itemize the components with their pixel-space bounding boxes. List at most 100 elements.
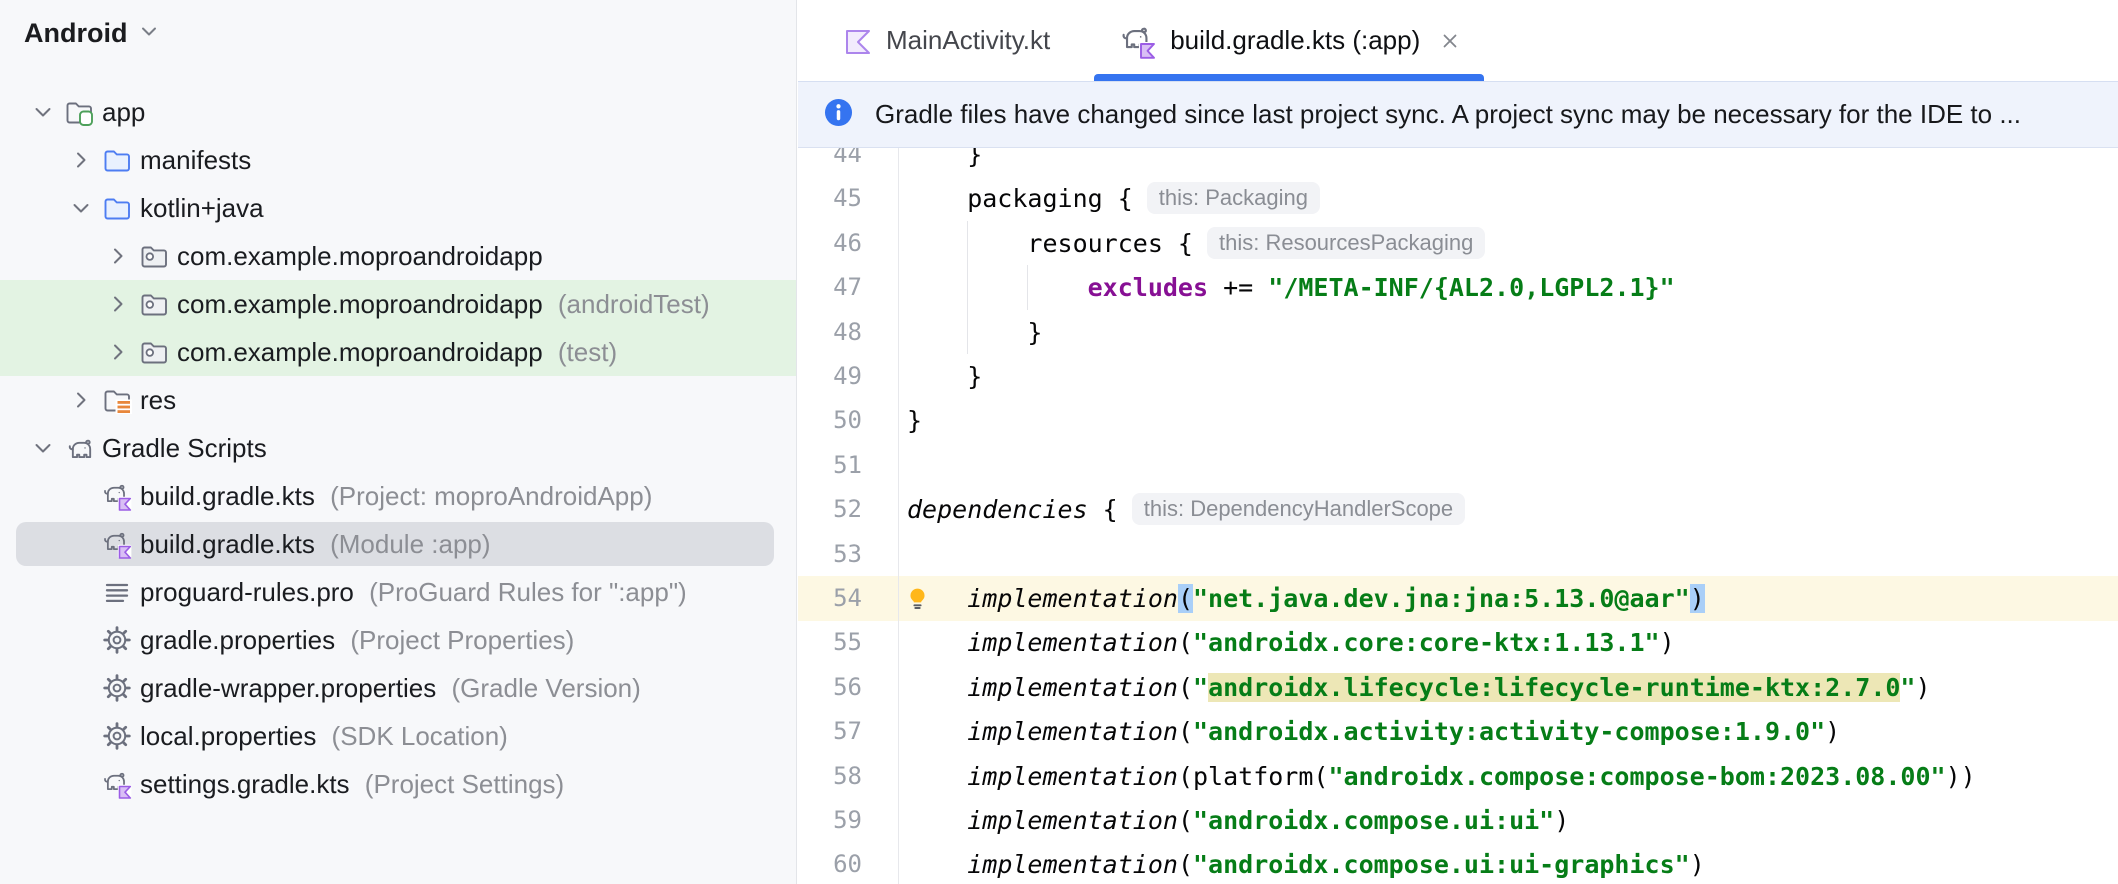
code-line-text: implementation("androidx.activity:activi… <box>967 717 1841 747</box>
code-line-53[interactable]: 53 <box>798 532 2118 577</box>
chevron-down-icon[interactable] <box>30 435 56 461</box>
code-line-47[interactable]: 47 excludes += "/META-INF/{AL2.0,LGPL2.1… <box>798 265 2118 310</box>
tree-item-suffix: (test) <box>550 336 618 367</box>
tree-item-label: app <box>102 96 146 127</box>
chevron-placeholder <box>68 579 94 605</box>
editor-panel: MainActivity.kt build.gradle.kts (:app) … <box>798 0 2118 884</box>
code-line-44[interactable]: 44 } <box>798 148 2118 177</box>
package-folder-icon <box>139 337 169 367</box>
tree-item-label: local.properties <box>140 720 317 751</box>
code-line-50[interactable]: 50} <box>798 398 2118 443</box>
line-number: 55 <box>833 628 862 657</box>
chevron-down-icon[interactable] <box>30 99 56 125</box>
gutter-separator <box>898 148 899 884</box>
chevron-placeholder <box>68 531 94 557</box>
close-icon[interactable] <box>1438 29 1462 53</box>
chevron-right-icon[interactable] <box>68 387 94 413</box>
package-folder-icon <box>139 241 169 271</box>
tree-item-suffix: (SDK Location) <box>324 720 508 751</box>
code-editor[interactable]: 44 } 45 packaging {this: Packaging 46 reso… <box>798 148 2118 884</box>
project-view-selector[interactable]: Android <box>24 18 161 49</box>
tree-item-com-example-moproandroidapp[interactable]: com.example.moproandroidapp <box>0 232 796 280</box>
tree-item-suffix: (Module :app) <box>322 528 491 559</box>
code-line-55[interactable]: 55 implementation("androidx.core:core-kt… <box>798 620 2118 665</box>
chevron-right-icon[interactable] <box>105 339 131 365</box>
gradle-elephant-icon <box>64 433 94 463</box>
code-line-58[interactable]: 58 implementation(platform("androidx.com… <box>798 754 2118 799</box>
tree-item-build-gradle-kts-module-app[interactable]: build.gradle.kts (Module :app) <box>0 520 796 568</box>
code-line-57[interactable]: 57 implementation("androidx.activity:act… <box>798 709 2118 754</box>
tree-item-suffix: (Project: moproAndroidApp) <box>322 480 653 511</box>
tree-item-build-gradle-kts-project-moproandroidapp[interactable]: build.gradle.kts (Project: moproAndroidA… <box>0 472 796 520</box>
chevron-placeholder <box>68 771 94 797</box>
tree-item-manifests[interactable]: manifests <box>0 136 796 184</box>
tab-build-gradle-kts-app[interactable]: build.gradle.kts (:app) <box>1090 0 1488 81</box>
line-number: 51 <box>833 450 862 479</box>
tree-item-gradle-properties-project-properties[interactable]: gradle.properties (Project Properties) <box>0 616 796 664</box>
line-number: 45 <box>833 184 862 213</box>
code-line-text: packaging {this: Packaging <box>907 176 1320 221</box>
tree-item-com-example-moproandroidapp-test[interactable]: com.example.moproandroidapp (test) <box>0 328 796 376</box>
gear-icon <box>102 625 132 655</box>
code-line-59[interactable]: 59 implementation("androidx.compose.ui:u… <box>798 798 2118 843</box>
code-line-48[interactable]: 48 } <box>798 310 2118 355</box>
line-number: 60 <box>833 850 862 879</box>
tree-item-label: manifests <box>140 144 252 175</box>
chevron-right-icon[interactable] <box>105 291 131 317</box>
inlay-hint: this: Packaging <box>1146 182 1320 215</box>
line-number: 58 <box>833 761 862 790</box>
code-line-51[interactable]: 51 <box>798 443 2118 488</box>
code-line-text: implementation("androidx.lifecycle:lifec… <box>967 672 1931 702</box>
tab-mainactivity-kt[interactable]: MainActivity.kt <box>798 0 1090 81</box>
tree-item-gradle-wrapper-properties-gradle-version[interactable]: gradle-wrapper.properties (Gradle Versio… <box>0 664 796 712</box>
ide-window: Android app manifests kotlin+java com.ex… <box>0 0 2118 884</box>
code-line-60[interactable]: 60 implementation("androidx.compose.ui:u… <box>798 842 2118 884</box>
tree-item-gradle-scripts[interactable]: Gradle Scripts <box>0 424 796 472</box>
tree-item-res[interactable]: res <box>0 376 796 424</box>
chevron-right-icon[interactable] <box>105 243 131 269</box>
folder-blue-icon <box>102 145 132 175</box>
tree-item-label: build.gradle.kts <box>140 480 315 511</box>
kotlin-icon <box>842 26 872 56</box>
project-tree: app manifests kotlin+java com.example.mo… <box>0 88 796 808</box>
tree-item-suffix: (androidTest) <box>550 288 710 319</box>
tree-item-settings-gradle-kts-project-settings[interactable]: settings.gradle.kts (Project Settings) <box>0 760 796 808</box>
chevron-down-icon[interactable] <box>68 195 94 221</box>
tree-item-com-example-moproandroidapp-androidtest[interactable]: com.example.moproandroidapp (androidTest… <box>0 280 796 328</box>
info-icon <box>824 98 853 132</box>
line-number: 44 <box>833 148 862 168</box>
chevron-placeholder <box>68 675 94 701</box>
tree-item-label: kotlin+java <box>140 192 264 223</box>
tree-item-label: settings.gradle.kts <box>140 768 350 799</box>
chevron-down-icon <box>137 19 161 48</box>
chevron-right-icon[interactable] <box>68 147 94 173</box>
tree-item-label: res <box>140 384 177 415</box>
code-line-text: } <box>907 406 923 436</box>
code-line-54[interactable]: 54 implementation("net.java.dev.jna:jna:… <box>798 576 2118 621</box>
gradle-kts-icon <box>102 769 132 799</box>
tree-item-local-properties-sdk-location[interactable]: local.properties (SDK Location) <box>0 712 796 760</box>
tree-item-app[interactable]: app <box>0 88 796 136</box>
code-line-45[interactable]: 45 packaging {this: Packaging <box>798 176 2118 221</box>
code-line-text: } <box>907 148 983 169</box>
tree-item-kotlin-java[interactable]: kotlin+java <box>0 184 796 232</box>
code-line-52[interactable]: 52 dependencies {this: DependencyHandlerS… <box>798 487 2118 532</box>
code-line-49[interactable]: 49 } <box>798 354 2118 399</box>
code-line-56[interactable]: 56 implementation("androidx.lifecycle:li… <box>798 665 2118 710</box>
code-line-text: } <box>907 362 983 391</box>
code-line-text: implementation("androidx.core:core-ktx:1… <box>967 628 1675 658</box>
tree-item-label: gradle-wrapper.properties <box>140 672 437 703</box>
tree-item-proguard-rules-pro-proguard-rules-for-app[interactable]: proguard-rules.pro (ProGuard Rules for "… <box>0 568 796 616</box>
code-line-text: implementation("androidx.compose.ui:ui") <box>967 806 1570 835</box>
line-number: 54 <box>833 584 862 612</box>
chevron-placeholder <box>68 627 94 653</box>
code-line-text: resources {this: ResourcesPackaging <box>907 221 1486 266</box>
code-line-text: implementation("net.java.dev.jna:jna:5.1… <box>967 584 1705 613</box>
tree-item-label: gradle.properties <box>140 624 336 655</box>
active-tab-underline <box>1094 74 1485 81</box>
code-line-46[interactable]: 46 resources {this: ResourcesPackaging <box>798 221 2118 266</box>
tree-item-suffix: (ProGuard Rules for ":app") <box>361 576 687 607</box>
code-line-text: excludes += "/META-INF/{AL2.0,LGPL2.1}" <box>1087 273 1675 303</box>
tab-label: build.gradle.kts (:app) <box>1170 25 1421 55</box>
inlay-hint: this: ResourcesPackaging <box>1206 226 1486 259</box>
